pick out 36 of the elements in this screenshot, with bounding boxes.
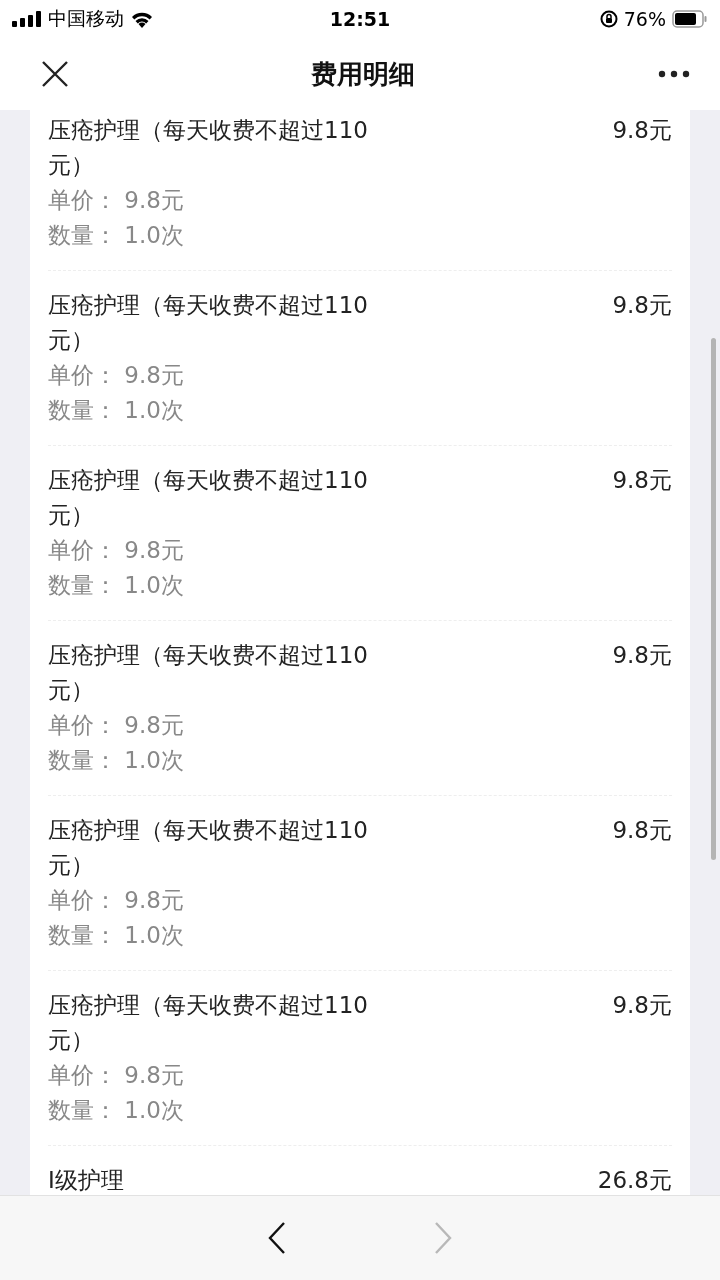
quantity: 数量： 1.0次 — [48, 396, 185, 425]
item-price: 9.8元 — [612, 291, 672, 320]
quantity: 数量： 1.0次 — [48, 1096, 185, 1125]
battery-percent: 76% — [623, 8, 666, 30]
unit-price: 单价： 9.8元 — [48, 361, 185, 390]
item-price: 26.8元 — [597, 1166, 672, 1195]
item-price: 9.8元 — [612, 466, 672, 495]
rotation-lock-icon — [599, 10, 618, 28]
quantity: 数量： 1.0次 — [48, 221, 185, 250]
item-name: 压疮护理（每天收费不超过110元） — [48, 291, 369, 355]
quantity: 数量： 1.0次 — [48, 746, 185, 775]
unit-price: 单价： 9.8元 — [48, 536, 185, 565]
quantity: 数量： 1.0次 — [48, 571, 185, 600]
item-name: 压疮护理（每天收费不超过110元） — [48, 816, 369, 880]
unit-price: 单价： 9.8元 — [48, 711, 185, 740]
item-price: 9.8元 — [612, 116, 672, 145]
unit-price: 单价： 9.8元 — [48, 1061, 185, 1090]
item-name: 压疮护理（每天收费不超过110元） — [48, 991, 369, 1055]
carrier-name: 中国移动 — [48, 6, 124, 31]
quantity: 数量： 1.0次 — [48, 921, 185, 950]
item-price: 9.8元 — [612, 816, 672, 845]
item-price: 9.8元 — [612, 641, 672, 670]
battery-icon — [672, 10, 708, 28]
unit-price: 单价： 9.8元 — [48, 886, 185, 915]
wifi-icon — [130, 10, 154, 28]
page-title: 费用明细 — [311, 57, 415, 91]
signal-icon — [12, 11, 42, 27]
item-price: 9.8元 — [612, 991, 672, 1020]
item-name: I级护理 — [48, 1166, 124, 1195]
clock-time: 12:51 — [329, 8, 391, 30]
close-icon[interactable] — [42, 61, 68, 87]
item-name: 压疮护理（每天收费不超过110元） — [48, 116, 369, 180]
item-name: 压疮护理（每天收费不超过110元） — [48, 466, 369, 530]
more-icon[interactable] — [658, 70, 690, 78]
unit-price: 单价： 9.8元 — [48, 186, 185, 215]
item-name: 压疮护理（每天收费不超过110元） — [48, 641, 369, 705]
